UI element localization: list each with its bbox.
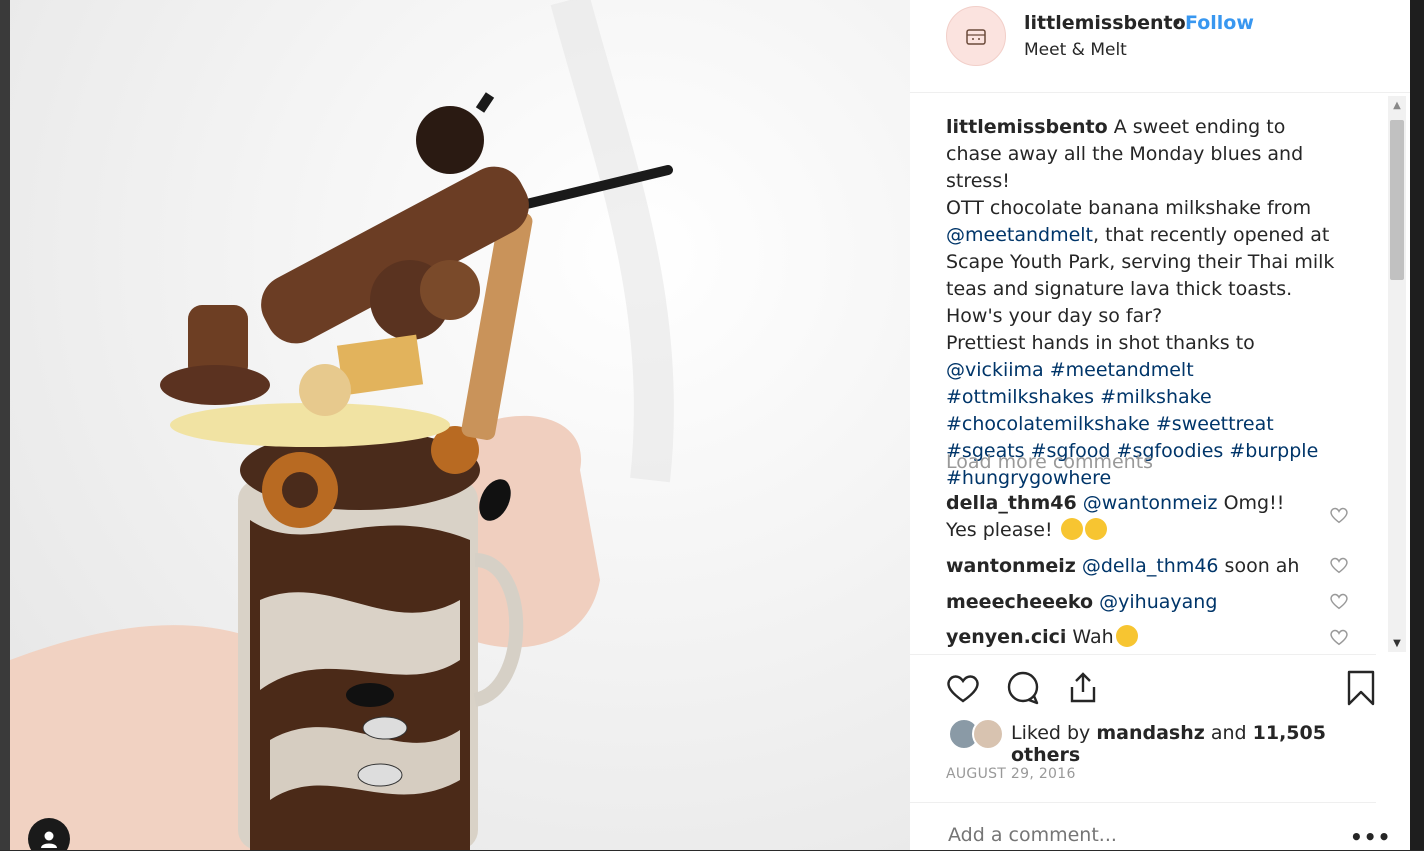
separator-dot: • xyxy=(1171,12,1183,34)
like-comment-heart-icon[interactable] xyxy=(1328,626,1350,648)
like-comment-heart-icon[interactable] xyxy=(1328,504,1350,526)
post-side-panel: littlemissbento • Follow Meet & Melt lit… xyxy=(910,0,1410,850)
comment-row: yenyen.cici Wah xyxy=(946,624,1316,651)
post-photo[interactable] xyxy=(10,0,910,850)
hashtag[interactable]: #meetandmelt xyxy=(1050,359,1194,381)
share-icon[interactable] xyxy=(1064,669,1102,707)
liker-username: mandashz xyxy=(1096,722,1205,744)
comment-mention[interactable]: @wantonmeiz xyxy=(1083,492,1218,514)
scroll-up-arrow-icon[interactable]: ▲ xyxy=(1388,96,1406,114)
caption-mention-meetandmelt[interactable]: @meetandmelt xyxy=(946,224,1093,246)
heart-eyes-emoji-icon xyxy=(1060,518,1083,540)
follow-button[interactable]: Follow xyxy=(1185,12,1254,34)
load-more-comments-button[interactable]: Load more comments xyxy=(946,451,1153,473)
more-options-icon[interactable]: ••• xyxy=(1350,825,1391,849)
post-header: littlemissbento • Follow Meet & Melt xyxy=(910,0,1410,93)
post-caption: littlemissbento A sweet ending to chase … xyxy=(946,114,1346,492)
comment-row: meeecheeeko @yihuayang xyxy=(946,589,1316,616)
liker-avatar[interactable] xyxy=(972,718,1004,750)
heart-eyes-emoji-icon xyxy=(1084,518,1107,540)
hashtag[interactable]: #burpple xyxy=(1229,440,1318,462)
comment-row: wantonmeiz @della_thm46 soon ah xyxy=(946,553,1316,580)
action-bar xyxy=(910,654,1376,715)
user-avatar[interactable] xyxy=(946,6,1006,66)
comments-scrollbar[interactable]: ▲ ▼ xyxy=(1388,96,1406,652)
hashtag[interactable]: #milkshake xyxy=(1100,386,1212,408)
comment-text: soon ah xyxy=(1218,555,1300,577)
comment-username[interactable]: della_thm46 xyxy=(946,492,1077,514)
comment-row: della_thm46 @wantonmeiz Omg!! Yes please… xyxy=(946,490,1316,544)
add-comment-input[interactable] xyxy=(946,823,1310,847)
add-comment-bar: ••• xyxy=(910,802,1390,851)
hashtag[interactable]: #sweettreat xyxy=(1156,413,1274,435)
scrollbar-thumb[interactable] xyxy=(1390,120,1404,280)
yum-emoji-icon xyxy=(1115,625,1138,647)
save-bookmark-icon[interactable] xyxy=(1342,669,1380,707)
comment-username[interactable]: wantonmeiz xyxy=(946,555,1076,577)
caption-username[interactable]: littlemissbento xyxy=(946,116,1108,138)
left-window-edge xyxy=(0,0,10,850)
likes-text[interactable]: Liked by mandashz and 11,505 others xyxy=(1011,722,1386,766)
comment-username[interactable]: yenyen.cici xyxy=(946,626,1066,648)
likes-summary: Liked by mandashz and 11,505 others xyxy=(946,714,1386,766)
hashtag[interactable]: #chocolatemilkshake xyxy=(946,413,1150,435)
post-location[interactable]: Meet & Melt xyxy=(1024,40,1127,60)
right-window-edge xyxy=(1410,0,1424,850)
comment-bubble-icon[interactable] xyxy=(1004,669,1042,707)
post-date[interactable]: AUGUST 29, 2016 xyxy=(946,766,1076,782)
milkshake-illustration xyxy=(10,0,674,850)
comment-mention[interactable]: @yihuayang xyxy=(1099,591,1217,613)
caption-mention-vickiima[interactable]: @vickiima xyxy=(946,359,1044,381)
like-comment-heart-icon[interactable] xyxy=(1328,590,1350,612)
scroll-down-arrow-icon[interactable]: ▼ xyxy=(1388,634,1406,652)
comment-text: Wah xyxy=(1072,626,1114,648)
like-heart-icon[interactable] xyxy=(944,669,982,707)
comment-mention[interactable]: @della_thm46 xyxy=(1082,555,1219,577)
comment-username[interactable]: meeecheeeko xyxy=(946,591,1093,613)
post-username[interactable]: littlemissbento xyxy=(1024,12,1186,34)
like-comment-heart-icon[interactable] xyxy=(1328,554,1350,576)
hashtag[interactable]: #ottmilkshakes xyxy=(946,386,1094,408)
